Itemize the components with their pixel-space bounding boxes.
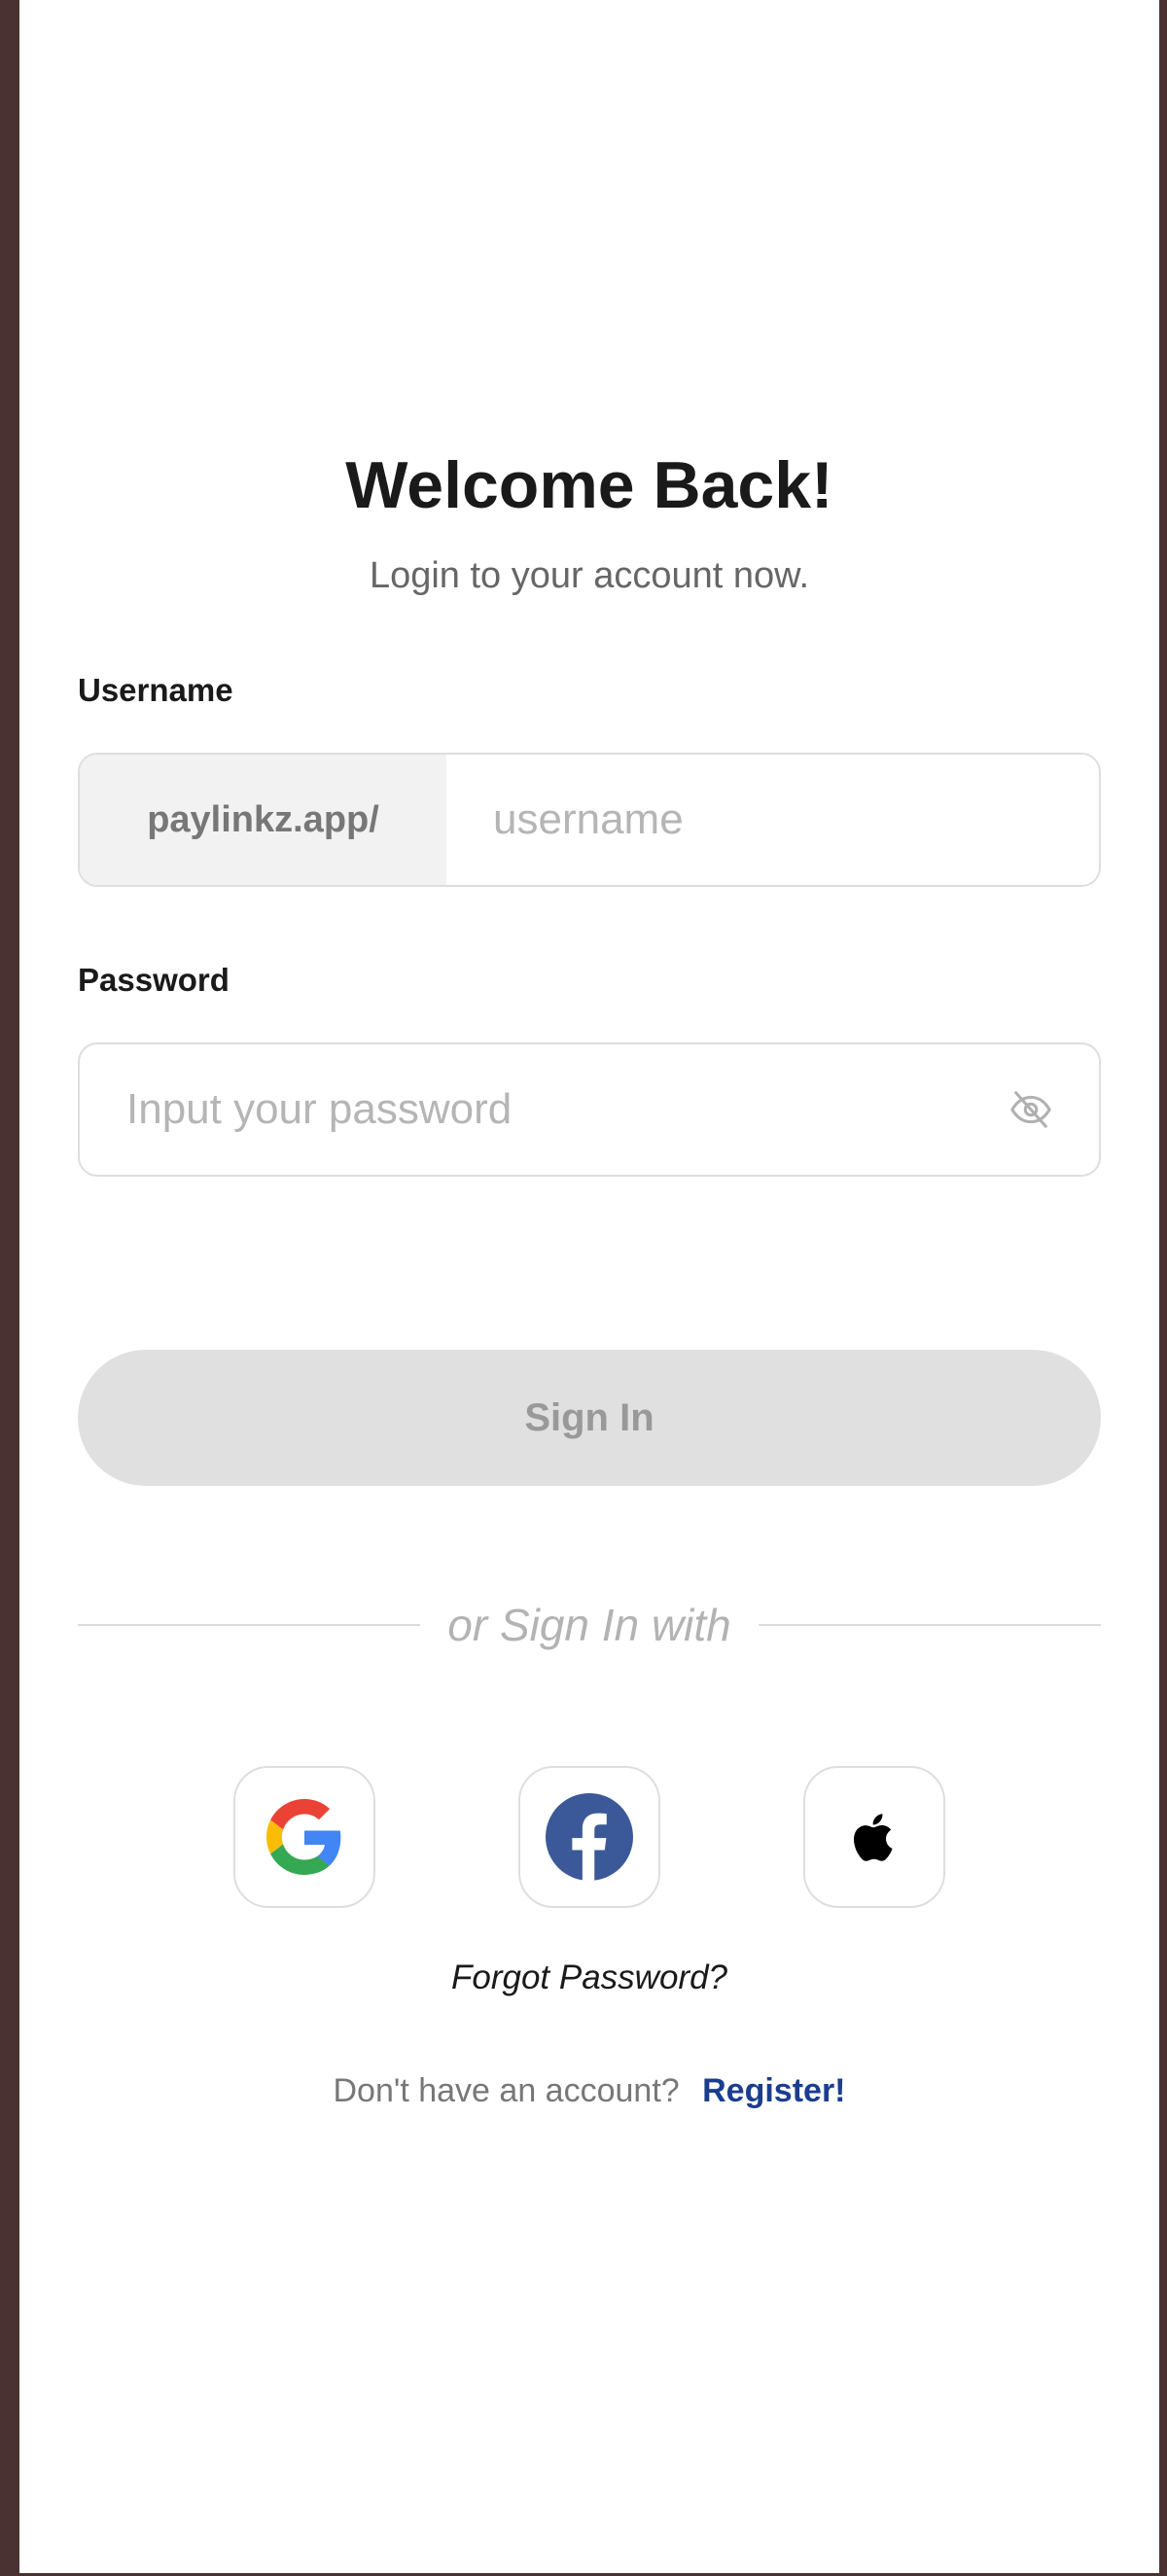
sign-in-button[interactable]: Sign In: [78, 1350, 1101, 1486]
register-link[interactable]: Register!: [702, 2072, 845, 2109]
login-screen: Welcome Back! Login to your account now.…: [19, 0, 1159, 2573]
register-row: Don't have an account? Register!: [19, 2069, 1159, 2112]
apple-icon: [854, 1814, 893, 1861]
password-label: Password: [78, 962, 230, 998]
username-input[interactable]: [446, 755, 1099, 885]
google-icon: [266, 1799, 341, 1875]
divider-line-left: [78, 1624, 421, 1626]
facebook-icon: [546, 1793, 633, 1881]
divider-text: or Sign In with: [447, 1600, 731, 1650]
eye-off-icon: [1010, 1091, 1051, 1128]
username-field-group: paylinkz.app/: [78, 753, 1101, 887]
register-prompt: Don't have an account?: [333, 2072, 680, 2109]
password-input[interactable]: [80, 1044, 1002, 1175]
forgot-password-link[interactable]: Forgot Password?: [19, 1957, 1159, 1999]
page-title: Welcome Back!: [345, 448, 833, 522]
apple-sign-in-button[interactable]: [803, 1766, 945, 1908]
divider-line-right: [758, 1624, 1102, 1626]
password-field-group: [78, 1042, 1101, 1177]
username-url-prefix: paylinkz.app/: [80, 755, 446, 885]
facebook-sign-in-button[interactable]: [518, 1766, 660, 1908]
page-subtitle: Login to your account now.: [369, 555, 810, 596]
username-label: Username: [78, 672, 233, 708]
google-sign-in-button[interactable]: [233, 1766, 375, 1908]
password-visibility-toggle[interactable]: [1002, 1080, 1060, 1139]
social-divider: or Sign In with: [78, 1591, 1102, 1659]
